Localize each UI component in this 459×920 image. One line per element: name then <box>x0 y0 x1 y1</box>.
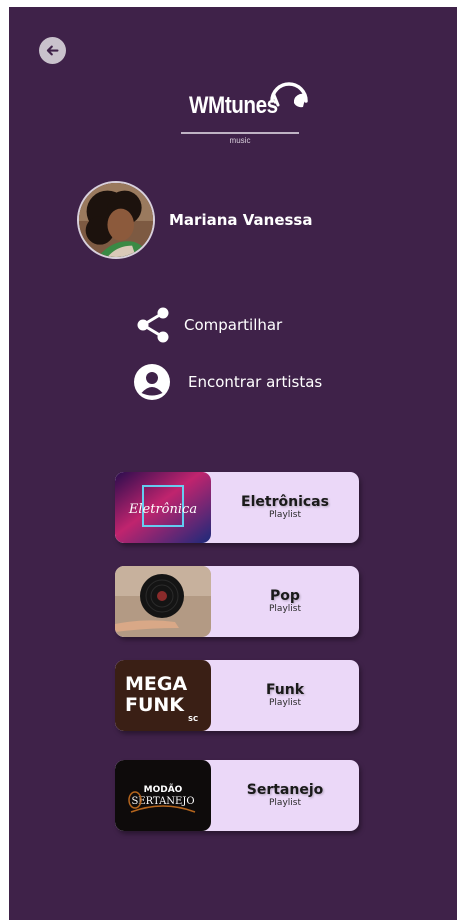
playlist-card-funk[interactable]: MEGA FUNK SC Funk Playlist <box>115 660 359 731</box>
svg-text:SC: SC <box>188 715 198 723</box>
svg-text:MODÃO: MODÃO <box>144 784 183 795</box>
find-artists-label: Encontrar artistas <box>188 373 323 391</box>
playlist-cover: MEGA FUNK SC <box>115 660 211 731</box>
playlist-type: Playlist <box>269 798 301 808</box>
menu-screen: WMtunes music Mariana Vanessa Compartilh… <box>9 7 457 920</box>
playlist-name: Pop <box>270 588 300 604</box>
app-logo: WMtunes music <box>179 69 319 145</box>
avatar <box>77 181 155 259</box>
profile-name: Mariana Vanessa <box>169 211 313 229</box>
share-icon <box>137 307 169 343</box>
cover-title-bottom: FUNK <box>125 694 185 716</box>
user-profile[interactable]: Mariana Vanessa <box>77 181 312 259</box>
playlist-type: Playlist <box>269 698 301 708</box>
cover-title-top: MEGA <box>125 673 187 695</box>
playlist-cover: MODÃO SERTANEJO <box>115 760 211 831</box>
arrow-left-icon <box>46 45 59 56</box>
headphones-icon <box>270 82 308 108</box>
playlist-type: Playlist <box>269 510 301 520</box>
user-circle-icon <box>134 364 170 400</box>
playlist-card-eletronicas[interactable]: Eletrônica Eletrônicas Playlist <box>115 472 359 543</box>
playlist-name: Eletrônicas <box>241 494 329 510</box>
playlist-name: Funk <box>265 682 305 698</box>
playlist-cover: Eletrônica <box>115 472 211 543</box>
back-button[interactable] <box>39 37 66 64</box>
playlist-card-pop[interactable]: Pop Playlist <box>115 566 359 637</box>
playlist-cover <box>115 566 211 637</box>
playlist-type: Playlist <box>269 604 301 614</box>
logo-divider <box>181 132 299 134</box>
playlist-card-sertanejo[interactable]: MODÃO SERTANEJO Sertanejo Playlist <box>115 760 359 831</box>
logo-subtext: music <box>229 136 251 145</box>
playlist-name: Sertanejo <box>246 782 324 798</box>
cover-title: Eletrônica <box>128 502 197 517</box>
share-label: Compartilhar <box>184 316 283 334</box>
find-artists-action[interactable]: Encontrar artistas <box>133 363 322 401</box>
share-action[interactable]: Compartilhar <box>134 306 282 344</box>
